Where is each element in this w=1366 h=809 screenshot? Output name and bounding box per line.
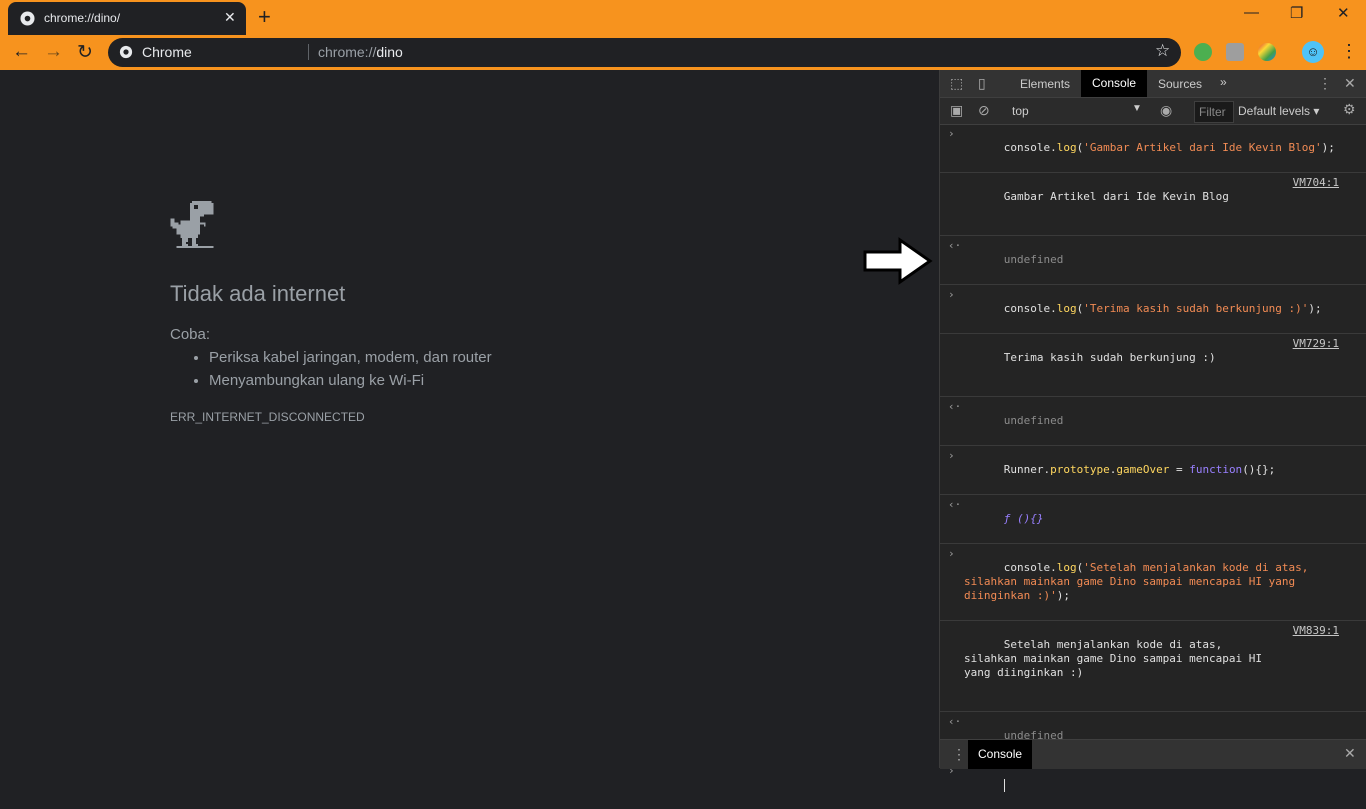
context-caret-icon[interactable]: ▼ — [1132, 103, 1142, 114]
tab-elements[interactable]: Elements — [1020, 77, 1070, 91]
tab-title: chrome://dino/ — [44, 11, 121, 25]
devtools-tabbar: ⬚ ▯ Elements Console Sources » ⋮ ✕ — [940, 70, 1366, 98]
chrome-menu-icon[interactable]: ⋮ — [1340, 41, 1358, 62]
page-favicon-icon — [20, 11, 35, 26]
console-input-row: › console.log('Setelah menjalankan kode d… — [940, 544, 1366, 621]
context-selector[interactable]: top — [1012, 104, 1029, 118]
reload-button[interactable]: ↻ — [77, 41, 93, 64]
sidebar-toggle-icon[interactable]: ▣ — [950, 102, 963, 119]
source-link[interactable]: VM839:1 — [1293, 624, 1339, 638]
log-levels-dropdown[interactable]: Default levels ▾ — [1238, 104, 1319, 118]
extension-3-icon[interactable] — [1258, 43, 1276, 61]
return-arrow-icon: ‹· — [948, 239, 962, 252]
source-link[interactable]: VM704:1 — [1293, 176, 1339, 190]
devtools-menu-icon[interactable]: ⋮ — [1318, 75, 1332, 92]
chrome-page-icon — [119, 45, 133, 59]
clear-console-icon[interactable]: ⊘ — [978, 102, 990, 119]
browser-tab[interactable]: chrome://dino/ ✕ — [8, 2, 246, 35]
input-chevron-icon: › — [948, 449, 955, 462]
source-link[interactable]: VM729:1 — [1293, 337, 1339, 351]
live-expression-eye-icon[interactable]: ◉ — [1160, 102, 1172, 119]
dino-icon[interactable] — [170, 201, 214, 248]
back-button[interactable]: ← — [12, 41, 31, 63]
more-tabs-button[interactable]: » — [1220, 75, 1227, 89]
url-scheme: chrome:// — [318, 44, 377, 60]
input-chevron-icon: › — [948, 547, 955, 560]
minimize-button[interactable]: — — [1244, 4, 1259, 21]
suggestion-item: Periksa kabel jaringan, modem, dan route… — [209, 346, 492, 369]
restore-button[interactable]: ❐ — [1290, 4, 1303, 22]
url-host: dino — [376, 44, 403, 60]
console-return-row: ‹· ƒ (){} — [940, 495, 1366, 544]
return-arrow-icon: ‹· — [948, 498, 962, 511]
tab-close-icon[interactable]: ✕ — [224, 9, 236, 26]
suggestions-list: Periksa kabel jaringan, modem, dan route… — [170, 346, 492, 392]
devtools-panel: ⬚ ▯ Elements Console Sources » ⋮ ✕ ▣ ⊘ t… — [939, 70, 1366, 792]
title-bar: chrome://dino/ ✕ + — ❐ ✕ — [0, 0, 1366, 35]
return-arrow-icon: ‹· — [948, 715, 962, 728]
drawer-close-icon[interactable]: ✕ — [1344, 745, 1356, 762]
profile-avatar[interactable]: ☺ — [1302, 41, 1324, 63]
error-code: ERR_INTERNET_DISCONNECTED — [170, 410, 365, 424]
bookmark-star-icon[interactable]: ☆ — [1155, 41, 1170, 61]
extension-1-icon[interactable] — [1194, 43, 1212, 61]
console-settings-gear-icon[interactable]: ⚙ — [1343, 101, 1356, 118]
console-input-row: › console.log('Gambar Artikel dari Ide Ke… — [940, 124, 1366, 173]
suggestions-label: Coba: — [170, 326, 211, 343]
inspect-element-icon[interactable]: ⬚ — [950, 75, 963, 92]
console-return-row: ‹· undefined — [940, 397, 1366, 446]
offline-page: Tidak ada internet Coba: Periksa kabel j… — [0, 70, 939, 768]
console-toolbar: ▣ ⊘ top ▼ ◉ Filter Default levels ▾ ⚙ — [940, 98, 1366, 125]
page-title: Tidak ada internet — [170, 281, 346, 306]
omnibox-divider — [308, 44, 309, 60]
drawer-menu-icon[interactable]: ⋮ — [952, 746, 966, 763]
console-log[interactable]: › console.log('Gambar Artikel dari Ide Ke… — [940, 124, 1366, 809]
input-chevron-icon: › — [948, 288, 955, 301]
console-return-row: ‹· undefined — [940, 236, 1366, 285]
console-input-row: › Runner.prototype.gameOver = function(){… — [940, 446, 1366, 495]
input-chevron-icon: › — [948, 127, 955, 140]
site-chip-label: Chrome — [142, 44, 192, 60]
device-toolbar-icon[interactable]: ▯ — [978, 75, 986, 92]
close-window-button[interactable]: ✕ — [1337, 4, 1350, 22]
console-output-row: Terima kasih sudah berkunjung :) VM729:1 — [940, 334, 1366, 397]
suggestion-item: Menyambungkan ulang ke Wi-Fi — [209, 369, 492, 392]
new-tab-button[interactable]: + — [258, 4, 271, 30]
console-output-row: Setelah menjalankan kode di atas, silahk… — [940, 621, 1366, 712]
return-arrow-icon: ‹· — [948, 400, 962, 413]
tab-sources[interactable]: Sources — [1158, 77, 1202, 91]
console-input-row: › console.log('Terima kasih sudah berkunj… — [940, 285, 1366, 334]
filter-input[interactable]: Filter — [1194, 101, 1234, 123]
extension-2-icon[interactable] — [1226, 43, 1244, 61]
devtools-close-icon[interactable]: ✕ — [1344, 75, 1356, 92]
devtools-drawer: ⋮ Console ✕ — [940, 739, 1366, 769]
url-text[interactable]: chrome://dino — [318, 44, 403, 60]
forward-button[interactable]: → — [44, 41, 63, 63]
address-bar[interactable]: Chrome chrome://dino ☆ — [108, 38, 1181, 67]
console-output-row: Gambar Artikel dari Ide Kevin Blog VM704… — [940, 173, 1366, 236]
tab-console[interactable]: Console — [1081, 70, 1148, 97]
text-caret — [1003, 778, 1005, 792]
annotation-arrow-icon — [863, 237, 933, 285]
drawer-tab-console[interactable]: Console — [968, 740, 1033, 769]
browser-toolbar: ← → ↻ Chrome chrome://dino ☆ ☺ ⋮ — [0, 35, 1366, 70]
